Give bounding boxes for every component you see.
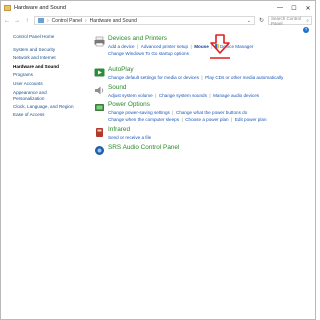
separator: |	[155, 93, 157, 98]
back-arrow-icon[interactable]: ←	[4, 18, 10, 24]
forward-arrow-icon[interactable]: →	[14, 18, 20, 24]
link-change-when-computer-sleeps[interactable]: Change when the computer sleeps	[108, 117, 179, 122]
sidebar-item-clock-language-region[interactable]: Clock, Language, and Region	[13, 103, 79, 112]
title-bar: Hardware and Sound — ☐ ✕	[1, 1, 315, 15]
link-change-system-sounds[interactable]: Change system sounds	[159, 93, 207, 98]
battery-icon	[95, 104, 104, 111]
link-choose-power-plan[interactable]: Choose a power plan	[185, 117, 228, 122]
separator: |	[231, 117, 233, 122]
search-input[interactable]: Search Control Panel ⌕	[268, 15, 312, 26]
sidebar-item-network-and-internet[interactable]: Network and Internet	[13, 54, 79, 63]
link-edit-power-plan[interactable]: Edit power plan	[235, 117, 267, 122]
breadcrumb[interactable]: › Control Panel › Hardware and Sound ⌄	[34, 16, 255, 25]
link-adjust-system-volume[interactable]: Adjust system volume	[108, 93, 153, 98]
category-links: Change power-saving settings | Change what…	[108, 109, 314, 123]
link-change-windows-to-go-startup[interactable]: Change Windows To Go startup options	[108, 51, 189, 56]
category-autoplay: AutoPlay Change default settings for med…	[94, 66, 314, 84]
sidebar-item-control-panel-home[interactable]: Control Panel Home	[13, 33, 79, 42]
category-links: Change default settings for media or dev…	[108, 74, 314, 81]
window-title: Hardware and Sound	[14, 5, 66, 11]
sidebar-item-hardware-and-sound: Hardware and Sound	[13, 63, 59, 69]
category-power-options: Power Options Change power-saving settin…	[94, 101, 314, 126]
separator: |	[190, 44, 192, 49]
separator: |	[172, 110, 174, 115]
category-title[interactable]: Infrared	[108, 126, 314, 134]
sidebar-item-system-and-security[interactable]: System and Security	[13, 46, 79, 55]
link-change-power-saving[interactable]: Change power-saving settings	[108, 110, 170, 115]
breadcrumb-control-panel[interactable]: Control Panel	[52, 18, 82, 24]
separator: |	[201, 75, 203, 80]
printer-icon	[94, 36, 105, 47]
link-play-cds-automatically[interactable]: Play CDs or other media automatically	[205, 75, 283, 80]
chevron-down-icon[interactable]: ⌄	[247, 18, 251, 24]
sidebar-item-user-accounts[interactable]: User Accounts	[13, 80, 79, 89]
help-icon[interactable]: ?	[303, 27, 309, 33]
address-bar: ← → ↑ › Control Panel › Hardware and Sou…	[1, 15, 315, 26]
breadcrumb-separator-icon: ›	[47, 17, 49, 24]
control-panel-icon	[38, 18, 44, 23]
main-content: Devices and Printers Add a device | Advanc…	[94, 35, 314, 156]
search-placeholder: Search Control Panel	[271, 15, 302, 26]
category-title[interactable]: Power Options	[108, 101, 314, 109]
separator: |	[181, 117, 183, 122]
autoplay-icon	[94, 68, 105, 77]
infrared-icon	[96, 128, 103, 137]
category-title[interactable]: SRS Audio Control Panel	[108, 144, 314, 152]
minimize-button[interactable]: —	[273, 1, 287, 15]
search-icon[interactable]: ⌕	[306, 18, 309, 24]
sidebar-item-programs[interactable]: Programs	[13, 71, 79, 80]
up-arrow-icon[interactable]: ↑	[24, 18, 30, 24]
category-title[interactable]: Sound	[108, 84, 314, 92]
sidebar-item-ease-of-access[interactable]: Ease of Access	[13, 111, 79, 120]
breadcrumb-separator-icon: ›	[84, 17, 87, 24]
link-manage-audio-devices[interactable]: Manage audio devices	[213, 93, 259, 98]
category-links: Adjust system volume | Change system sound…	[108, 92, 314, 99]
window-controls: — ☐ ✕	[273, 1, 315, 15]
srs-audio-icon	[95, 146, 104, 155]
control-panel-window: Hardware and Sound — ☐ ✕ ← → ↑ › Control…	[0, 0, 316, 320]
separator: |	[137, 44, 139, 49]
maximize-button[interactable]: ☐	[287, 1, 301, 15]
link-advanced-printer-setup[interactable]: Advanced printer setup	[141, 44, 188, 49]
sidebar: Control Panel Home System and Security N…	[13, 33, 79, 120]
category-links: Send or receive a file	[108, 134, 314, 141]
link-change-default-media-settings[interactable]: Change default settings for media or dev…	[108, 75, 199, 80]
folder-icon	[4, 5, 11, 11]
category-title[interactable]: AutoPlay	[108, 66, 314, 74]
speaker-icon	[95, 86, 104, 95]
refresh-icon[interactable]: ↻	[259, 17, 264, 24]
annotation-arrow-icon	[210, 34, 230, 59]
close-button[interactable]: ✕	[301, 1, 315, 15]
link-mouse[interactable]: Mouse	[194, 44, 209, 49]
category-srs-audio: SRS Audio Control Panel	[94, 144, 314, 156]
link-add-a-device[interactable]: Add a device	[108, 44, 135, 49]
separator: |	[209, 93, 211, 98]
category-sound: Sound Adjust system volume | Change system…	[94, 84, 314, 101]
category-infrared: Infrared Send or receive a file	[94, 126, 314, 144]
sidebar-item-appearance-and-personalization[interactable]: Appearance and Personalization	[13, 90, 55, 101]
breadcrumb-hardware-and-sound[interactable]: Hardware and Sound	[90, 18, 137, 24]
category-devices-and-printers: Devices and Printers Add a device | Advanc…	[94, 35, 314, 66]
link-change-power-buttons[interactable]: Change what the power buttons do	[176, 110, 247, 115]
link-send-or-receive-file[interactable]: Send or receive a file	[108, 135, 151, 140]
